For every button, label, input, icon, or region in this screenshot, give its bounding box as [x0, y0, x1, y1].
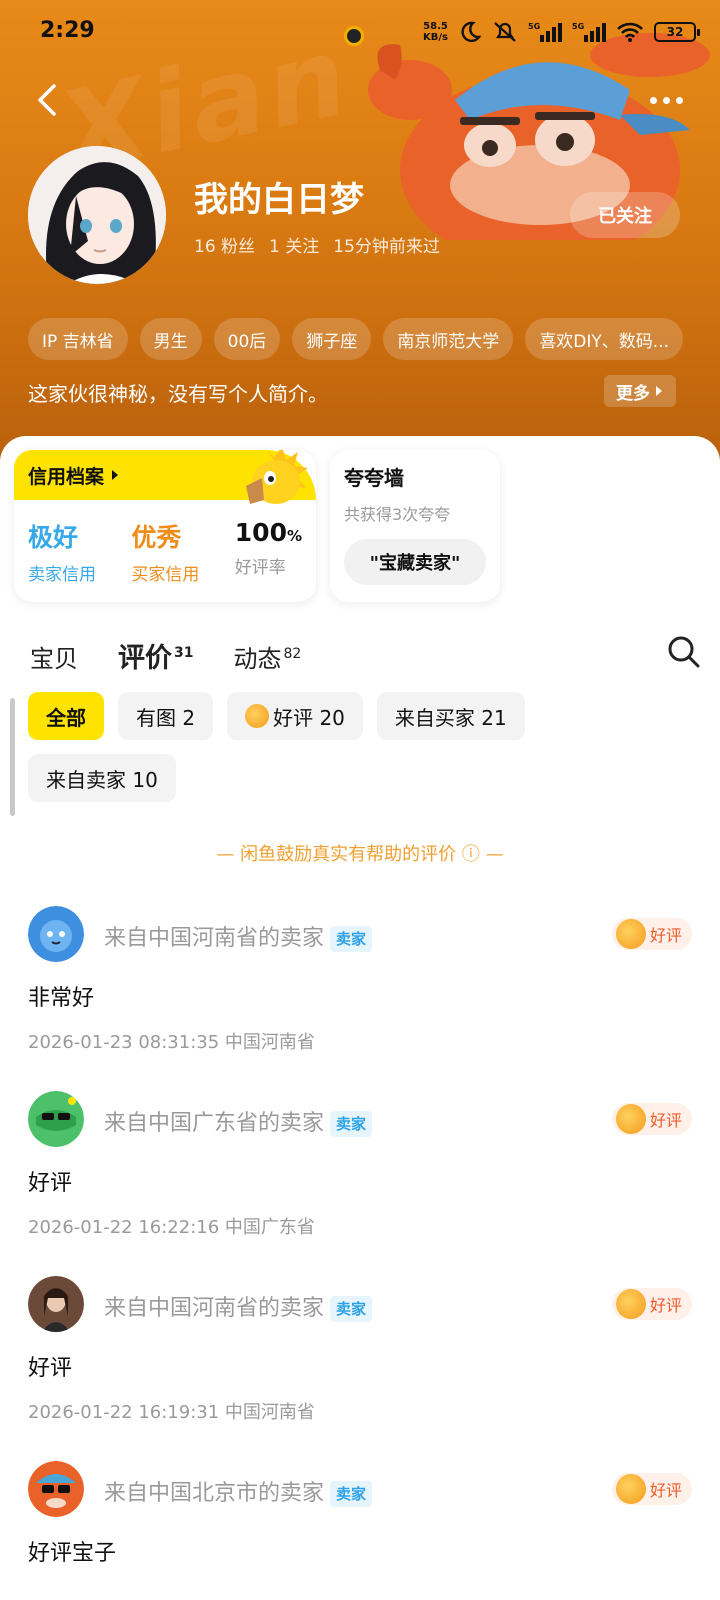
review-text: 非常好 — [28, 986, 95, 1011]
profile-tag-ip: IP 吉林省 — [28, 318, 128, 360]
review-filters: 全部 有图 2 好评 20 来自买家 21 来自卖家 10 — [28, 692, 568, 802]
profile-tags: IP 吉林省 男生 00后 狮子座 南京师范大学 喜欢DIY、数码... — [28, 318, 684, 360]
filter-from-sellers[interactable]: 来自卖家 10 — [28, 754, 176, 802]
svg-text:5G: 5G — [572, 22, 584, 31]
profile-tag-school: 南京师范大学 — [383, 318, 514, 360]
profile-header: Xian 2:29 58.5 KB/s 5G 5G 32 我的白日梦 16 粉丝… — [0, 0, 720, 470]
fish-mascot-icon — [246, 450, 308, 504]
caret-right-icon — [656, 386, 662, 396]
svg-text:5G: 5G — [528, 22, 540, 31]
filter-with-images[interactable]: 有图 2 — [118, 692, 214, 740]
buyer-credit: 优秀 买家信用 — [131, 523, 200, 585]
positive-rating-badge: 好评 — [611, 918, 692, 950]
smile-emoji-icon — [615, 919, 646, 949]
status-icons: 58.5 KB/s 5G 5G 32 — [423, 20, 700, 44]
profile-stats: 16 粉丝 1 关注 15分钟前来过 — [194, 232, 440, 257]
smile-emoji-icon — [615, 1289, 646, 1319]
praise-chip[interactable]: "宝藏卖家" — [344, 539, 486, 585]
search-icon[interactable] — [666, 634, 702, 670]
camera-cutout — [344, 26, 364, 46]
tab-reviews[interactable]: 评价 31 — [118, 636, 193, 675]
praise-wall-subtitle: 共获得3次夸夸 — [344, 505, 451, 524]
smile-emoji-icon — [615, 1104, 646, 1134]
profile-tabs: 宝贝 评价 31 动态 82 — [30, 636, 301, 675]
signal-5g-icon-2: 5G — [572, 22, 606, 42]
review-text: 好评 — [28, 1171, 73, 1196]
caret-right-icon — [112, 470, 119, 480]
following-count[interactable]: 1 关注 — [269, 232, 319, 257]
seller-badge: 卖家 — [330, 1481, 373, 1507]
status-time: 2:29 — [40, 18, 95, 43]
moon-icon — [461, 21, 482, 43]
smile-emoji-icon — [245, 704, 270, 728]
review-meta: 2026-01-22 16:22:16 中国广东省 — [28, 1217, 315, 1238]
credit-profile-card[interactable]: 信用档案 极好 卖家信用 优秀 买家信用 100% 好评率 — [14, 450, 316, 602]
positive-rating-badge: 好评 — [611, 1473, 692, 1505]
praise-wall-card[interactable]: 夸夸墙 共获得3次夸夸 "宝藏卖家" — [330, 450, 500, 602]
review-text: 好评 — [28, 1356, 73, 1381]
smile-emoji-icon — [615, 1474, 646, 1504]
profile-bio: 这家伙很神秘，没有写个人简介。 — [28, 382, 328, 406]
review-notice[interactable]: — 闲鱼鼓励真实有帮助的评价 ⓘ — — [0, 840, 720, 866]
profile-tag-zodiac: 狮子座 — [292, 318, 372, 360]
reviewer-avatar[interactable] — [28, 1091, 84, 1147]
profile-name: 我的白日梦 — [194, 180, 364, 220]
filter-from-buyers[interactable]: 来自买家 21 — [376, 692, 525, 740]
mute-bell-icon — [494, 22, 516, 42]
network-speed: 58.5 KB/s — [423, 21, 448, 43]
profile-tag-gender: 男生 — [139, 318, 202, 360]
positive-rating-badge: 好评 — [611, 1288, 692, 1320]
seller-badge: 卖家 — [330, 1111, 373, 1137]
last-seen: 15分钟前来过 — [333, 237, 440, 257]
wifi-icon — [617, 22, 643, 42]
back-button[interactable] — [30, 80, 66, 120]
reviewer-source: 来自中国广东省的卖家 卖家 — [104, 1105, 373, 1137]
review-text: 好评宝子 — [28, 1541, 117, 1566]
seller-credit: 极好 卖家信用 — [28, 523, 96, 585]
avatar[interactable] — [28, 146, 166, 284]
filter-positive[interactable]: 好评 20 — [227, 692, 363, 740]
reviewer-source: 来自中国河南省的卖家 卖家 — [104, 1290, 373, 1322]
signal-5g-icon: 5G — [528, 22, 562, 42]
reviewer-avatar[interactable] — [28, 1276, 84, 1332]
anime-girl-avatar-image — [28, 146, 166, 284]
positive-rate: 100% 好评率 — [234, 518, 302, 578]
tab-items[interactable]: 宝贝 — [30, 639, 78, 674]
battery-indicator: 32 — [654, 22, 700, 42]
followed-button[interactable]: 已关注 — [570, 192, 680, 238]
more-options-button[interactable] — [650, 88, 690, 112]
reviewer-avatar[interactable] — [28, 1461, 84, 1517]
profile-tag-hobby: 喜欢DIY、数码... — [525, 318, 684, 360]
profile-tag-age: 00后 — [213, 318, 281, 360]
reviewer-source: 来自中国北京市的卖家 卖家 — [104, 1475, 373, 1507]
review-meta: 2026-01-22 16:19:31 中国河南省 — [28, 1402, 315, 1423]
review-meta: 2026-01-23 08:31:35 中国河南省 — [28, 1032, 315, 1053]
more-bio-button[interactable]: 更多 — [604, 375, 676, 407]
status-bar: 2:29 58.5 KB/s 5G 5G 32 — [0, 0, 720, 66]
reviewer-source: 来自中国河南省的卖家 卖家 — [104, 920, 373, 952]
tab-moments[interactable]: 动态 82 — [233, 639, 301, 674]
seller-badge: 卖家 — [330, 926, 373, 952]
reviewer-avatar[interactable] — [28, 906, 84, 962]
scroll-indicator — [10, 698, 15, 816]
main-content: 信用档案 极好 卖家信用 优秀 买家信用 100% 好评率 夸夸墙 共获得3次夸… — [0, 436, 720, 1600]
credit-stats: 极好 卖家信用 优秀 买家信用 100% 好评率 — [14, 500, 316, 585]
filter-all[interactable]: 全部 — [28, 692, 104, 740]
praise-wall-title: 夸夸墙 — [344, 466, 404, 490]
fans-count[interactable]: 16 粉丝 — [194, 232, 255, 257]
positive-rating-badge: 好评 — [611, 1103, 692, 1135]
seller-badge: 卖家 — [330, 1296, 373, 1322]
